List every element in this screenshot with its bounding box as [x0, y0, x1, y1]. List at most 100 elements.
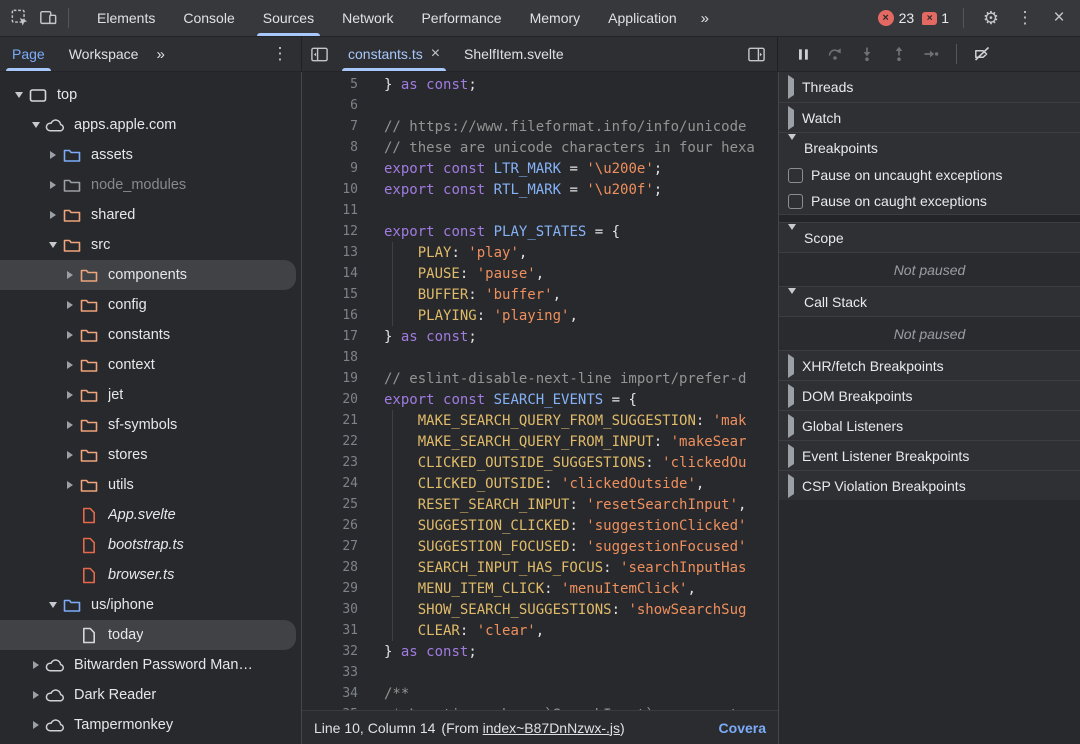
code-line[interactable]: 13 PLAY: 'play', — [302, 242, 778, 263]
code-line[interactable]: 15 BUFFER: 'buffer', — [302, 284, 778, 305]
step-over-icon[interactable] — [822, 41, 848, 67]
line-number[interactable]: 32 — [302, 644, 358, 659]
line-number[interactable]: 34 — [302, 686, 358, 701]
checkbox[interactable] — [788, 194, 803, 209]
tree-item-context[interactable]: context — [0, 350, 301, 380]
code-line[interactable]: 6 — [302, 95, 778, 116]
code-line[interactable]: 33 — [302, 662, 778, 683]
step-icon[interactable] — [918, 41, 944, 67]
code-line[interactable]: 12export const PLAY_STATES = { — [302, 221, 778, 242]
panel-tab-memory[interactable]: Memory — [516, 0, 595, 36]
tree-item-app-svelte[interactable]: App.svelte — [0, 500, 301, 530]
tree-item-top[interactable]: top — [0, 80, 301, 110]
chevron-right-icon[interactable] — [27, 721, 45, 729]
line-number[interactable]: 28 — [302, 560, 358, 575]
issue-count-badge[interactable]: × 1 — [922, 10, 949, 26]
code-line[interactable]: 32} as const; — [302, 641, 778, 662]
code-line[interactable]: 26 SUGGESTION_CLICKED: 'suggestionClicke… — [302, 515, 778, 536]
more-navigator-tabs-chevron[interactable]: » — [150, 46, 170, 63]
line-number[interactable]: 16 — [302, 308, 358, 323]
line-number[interactable]: 31 — [302, 623, 358, 638]
checkbox[interactable] — [788, 168, 803, 183]
tree-item-constants[interactable]: constants — [0, 320, 301, 350]
tree-item-jet[interactable]: jet — [0, 380, 301, 410]
code-line[interactable]: 8// these are unicode characters in four… — [302, 137, 778, 158]
section-header-dom-breakpoints[interactable]: DOM Breakpoints — [779, 380, 1080, 410]
chevron-down-icon[interactable] — [44, 602, 62, 608]
chevron-right-icon[interactable] — [61, 271, 79, 279]
code-line[interactable]: 29 MENU_ITEM_CLICK: 'menuItemClick', — [302, 578, 778, 599]
tree-item-today[interactable]: today — [0, 620, 296, 650]
line-number[interactable]: 19 — [302, 371, 358, 386]
chevron-right-icon[interactable] — [61, 361, 79, 369]
section-header-breakpoints[interactable]: Breakpoints — [779, 132, 1080, 162]
tree-item-utils[interactable]: utils — [0, 470, 301, 500]
tree-item-node-modules[interactable]: node_modules — [0, 170, 301, 200]
panel-tab-application[interactable]: Application — [594, 0, 691, 36]
pause-icon[interactable] — [790, 41, 816, 67]
code-line[interactable]: 11 — [302, 200, 778, 221]
line-number[interactable]: 20 — [302, 392, 358, 407]
more-panels-chevron[interactable]: » — [691, 10, 719, 27]
tree-item-stores[interactable]: stores — [0, 440, 301, 470]
section-header-threads[interactable]: Threads — [779, 72, 1080, 102]
section-header-csp-violation-breakpoints[interactable]: CSP Violation Breakpoints — [779, 470, 1080, 500]
code-line[interactable]: 34/** — [302, 683, 778, 704]
section-header-xhr-fetch-breakpoints[interactable]: XHR/fetch Breakpoints — [779, 350, 1080, 380]
code-line[interactable]: 21 MAKE_SEARCH_QUERY_FROM_SUGGESTION: 'm… — [302, 410, 778, 431]
navigator-more-options-icon[interactable]: ⋮ — [267, 41, 293, 67]
code-line[interactable]: 18 — [302, 347, 778, 368]
close-tab-icon[interactable]: × — [431, 46, 440, 62]
chevron-right-icon[interactable] — [61, 481, 79, 489]
chevron-right-icon[interactable] — [61, 331, 79, 339]
code-line[interactable]: 25 RESET_SEARCH_INPUT: 'resetSearchInput… — [302, 494, 778, 515]
chevron-right-icon[interactable] — [61, 451, 79, 459]
settings-gear-icon[interactable]: ⚙ — [978, 5, 1004, 31]
line-number[interactable]: 15 — [302, 287, 358, 302]
editor-tab-shelfitem-svelte[interactable]: ShelfItem.svelte — [452, 37, 576, 71]
line-number[interactable]: 23 — [302, 455, 358, 470]
chevron-down-icon[interactable] — [10, 92, 28, 98]
tree-item-assets[interactable]: assets — [0, 140, 301, 170]
error-count-badge[interactable]: × 23 — [878, 10, 915, 26]
tree-item-src[interactable]: src — [0, 230, 301, 260]
code-area[interactable]: 5} as const;67// https://www.fileformat.… — [302, 72, 778, 710]
line-number[interactable]: 29 — [302, 581, 358, 596]
panel-tab-network[interactable]: Network — [328, 0, 407, 36]
line-number[interactable]: 17 — [302, 329, 358, 344]
line-number[interactable]: 24 — [302, 476, 358, 491]
code-line[interactable]: 10export const RTL_MARK = '\u200f'; — [302, 179, 778, 200]
tree-item-dark-reader[interactable]: Dark Reader — [0, 680, 301, 710]
tree-item-us-iphone[interactable]: us/iphone — [0, 590, 301, 620]
tree-item-bitwarden-password-man[interactable]: Bitwarden Password Man… — [0, 650, 301, 680]
tree-item-components[interactable]: components — [0, 260, 296, 290]
code-line[interactable]: 19// eslint-disable-next-line import/pre… — [302, 368, 778, 389]
line-number[interactable]: 26 — [302, 518, 358, 533]
tree-item-apps-apple-com[interactable]: apps.apple.com — [0, 110, 301, 140]
line-number[interactable]: 25 — [302, 497, 358, 512]
chevron-right-icon[interactable] — [27, 691, 45, 699]
chevron-right-icon[interactable] — [61, 421, 79, 429]
chevron-right-icon[interactable] — [44, 151, 62, 159]
line-number[interactable]: 21 — [302, 413, 358, 428]
line-number[interactable]: 18 — [302, 350, 358, 365]
chevron-right-icon[interactable] — [44, 211, 62, 219]
source-map-link[interactable]: index~B87DnNzwx-.js — [483, 720, 620, 736]
code-line[interactable]: 28 SEARCH_INPUT_HAS_FOCUS: 'searchInputH… — [302, 557, 778, 578]
navigator-tab-page[interactable]: Page — [0, 37, 57, 71]
line-number[interactable]: 14 — [302, 266, 358, 281]
tree-item-browser-ts[interactable]: browser.ts — [0, 560, 301, 590]
panel-tab-console[interactable]: Console — [169, 0, 248, 36]
code-editor[interactable]: 5} as const;67// https://www.fileformat.… — [302, 72, 778, 744]
code-line[interactable]: 7// https://www.fileformat.info/info/uni… — [302, 116, 778, 137]
code-line[interactable]: 22 MAKE_SEARCH_QUERY_FROM_INPUT: 'makeSe… — [302, 431, 778, 452]
line-number[interactable]: 8 — [302, 140, 358, 155]
code-line[interactable]: 16 PLAYING: 'playing', — [302, 305, 778, 326]
line-number[interactable]: 5 — [302, 77, 358, 92]
chevron-down-icon[interactable] — [44, 242, 62, 248]
deactivate-breakpoints-icon[interactable] — [969, 41, 995, 67]
code-line[interactable]: 14 PAUSE: 'pause', — [302, 263, 778, 284]
step-into-icon[interactable] — [854, 41, 880, 67]
close-devtools-icon[interactable]: × — [1046, 5, 1072, 31]
tree-item-config[interactable]: config — [0, 290, 301, 320]
